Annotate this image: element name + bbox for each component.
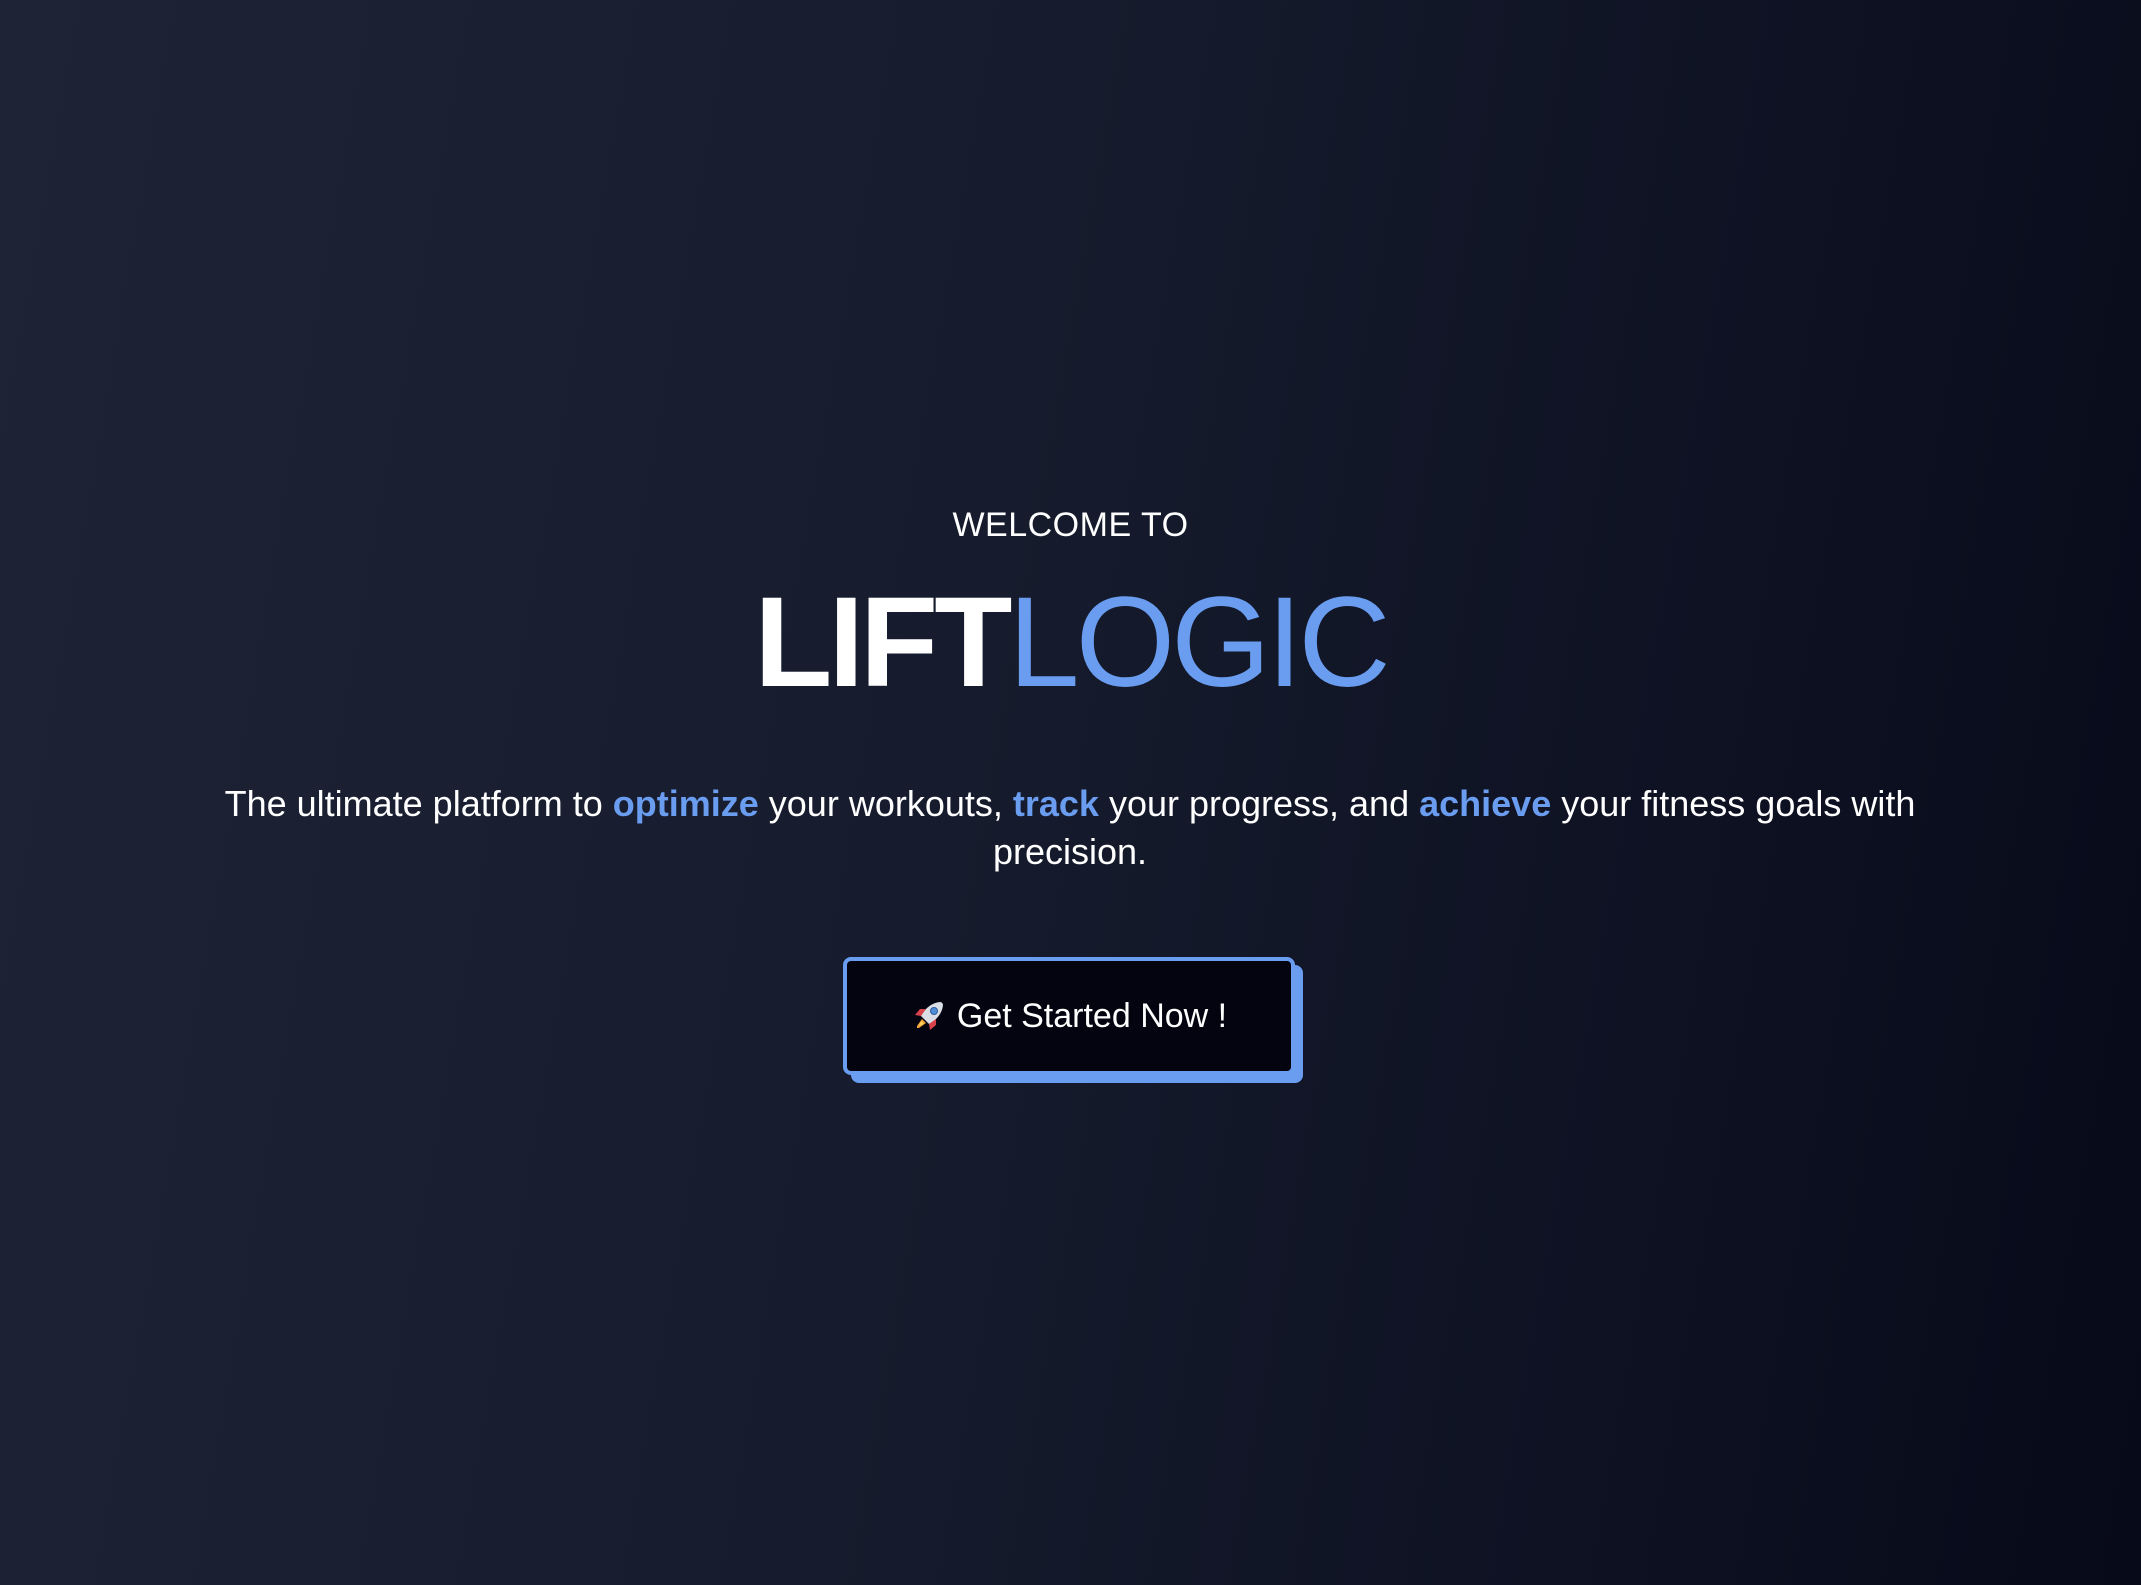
get-started-button-wrapper: Get Started Now ! (843, 957, 1303, 1083)
tagline-highlight-achieve: achieve (1419, 783, 1552, 824)
hero-section: WELCOME TO LIFTLOGIC The ultimate platfo… (0, 0, 2141, 1585)
tagline-highlight-track: track (1012, 783, 1099, 824)
get-started-button[interactable]: Get Started Now ! (843, 957, 1295, 1075)
tagline: The ultimate platform to optimize your w… (220, 780, 1920, 876)
brand-title-logic: LOGIC (1008, 571, 1390, 714)
welcome-heading: WELCOME TO (952, 506, 1189, 544)
brand-title-lift: LIFT (754, 571, 1012, 714)
rocket-icon (911, 998, 947, 1034)
tagline-text: The ultimate platform to (224, 783, 613, 824)
tagline-highlight-optimize: optimize (612, 783, 759, 824)
tagline-text: your workouts, (758, 783, 1013, 824)
tagline-text: your progress, and (1098, 783, 1420, 824)
get-started-button-label: Get Started Now ! (956, 996, 1228, 1035)
brand-title: LIFTLOGIC (0, 568, 2141, 718)
